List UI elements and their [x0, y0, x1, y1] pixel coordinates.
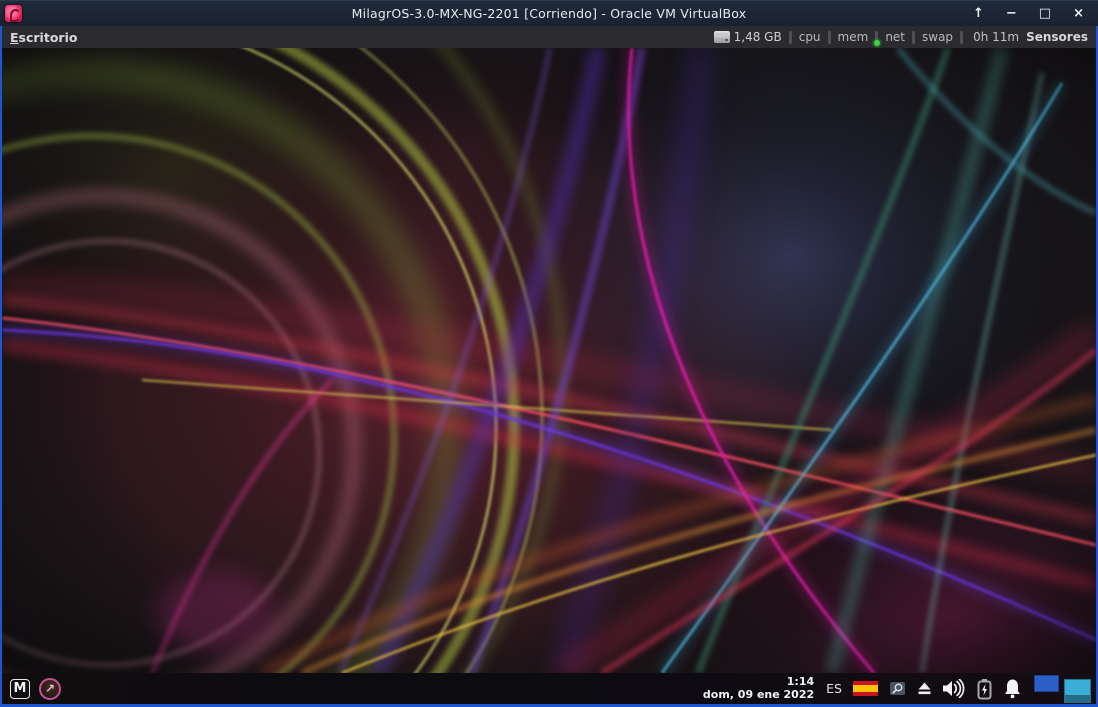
net-monitor[interactable]: net [885, 30, 905, 44]
disk-usage-widget[interactable]: 1,48 GB [714, 30, 782, 44]
clock-date: dom, 09 ene 2022 [703, 689, 814, 702]
app-menu-button[interactable]: M [10, 679, 30, 699]
maximize-icon[interactable]: □ [1039, 7, 1051, 20]
panel-separator [875, 31, 878, 44]
workspace-2-taskbar-strip [1065, 695, 1090, 702]
panel-separator [960, 31, 963, 44]
wallpaper-art [2, 48, 1096, 673]
flag-stripe-red [853, 692, 878, 696]
sensors-label[interactable]: Sensores [1026, 30, 1088, 44]
hard-disk-icon [714, 31, 730, 43]
volume-icon[interactable] [942, 679, 966, 698]
panel-separator [789, 31, 792, 44]
workspace-2-thumbnail[interactable] [1064, 679, 1091, 703]
battery-charging-icon[interactable] [976, 678, 993, 700]
launcher-button[interactable]: ↗ [39, 678, 61, 700]
desktop-menu-button[interactable]: Escritorio [10, 30, 77, 45]
uptime-value: 0h 11m [973, 30, 1019, 44]
virtualbox-window: MilagrOS-3.0-MX-NG-2201 [Corriendo] - Or… [0, 0, 1098, 707]
vm-display: Escritorio 1,48 GB cpu mem net swap 0h 1… [0, 26, 1098, 707]
desktop-wallpaper[interactable] [2, 48, 1096, 673]
mem-monitor[interactable]: mem [838, 30, 869, 44]
disk-free-value: 1,48 GB [734, 30, 782, 44]
eject-icon[interactable] [917, 681, 932, 696]
workspace-pager [1034, 673, 1091, 704]
launch-arrow-icon: ↗ [45, 682, 55, 694]
swap-monitor[interactable]: swap [922, 30, 953, 44]
window-controls: ↑ − □ × [973, 7, 1098, 20]
keyboard-layout-indicator[interactable]: ES [826, 681, 842, 696]
close-icon[interactable]: × [1073, 7, 1084, 20]
magnifier-icon[interactable] [889, 680, 907, 698]
spain-flag-icon[interactable] [853, 681, 878, 697]
workspace-1-thumbnail[interactable] [1034, 675, 1059, 692]
taskbar: M ↗ 1:14 dom, 09 ene 2022 ES [2, 673, 1096, 704]
cpu-monitor[interactable]: cpu [799, 30, 821, 44]
panel-separator [828, 31, 831, 44]
clock-widget[interactable]: 1:14 dom, 09 ene 2022 [703, 676, 814, 701]
clock-time: 1:14 [787, 676, 814, 689]
notifications-bell-icon[interactable] [1003, 678, 1022, 699]
system-monitors: 1,48 GB cpu mem net swap 0h 11m Sensores [714, 30, 1088, 44]
window-title: MilagrOS-3.0-MX-NG-2201 [Corriendo] - Or… [0, 6, 1098, 21]
titlebar: MilagrOS-3.0-MX-NG-2201 [Corriendo] - Or… [0, 0, 1098, 26]
flag-stripe-yellow [853, 685, 878, 692]
minimize-icon[interactable]: − [1006, 7, 1017, 20]
desktop-top-panel: Escritorio 1,48 GB cpu mem net swap 0h 1… [2, 26, 1096, 48]
panel-separator [912, 31, 915, 44]
mem-activity-indicator [874, 40, 880, 46]
restore-icon[interactable]: ↑ [973, 7, 984, 20]
